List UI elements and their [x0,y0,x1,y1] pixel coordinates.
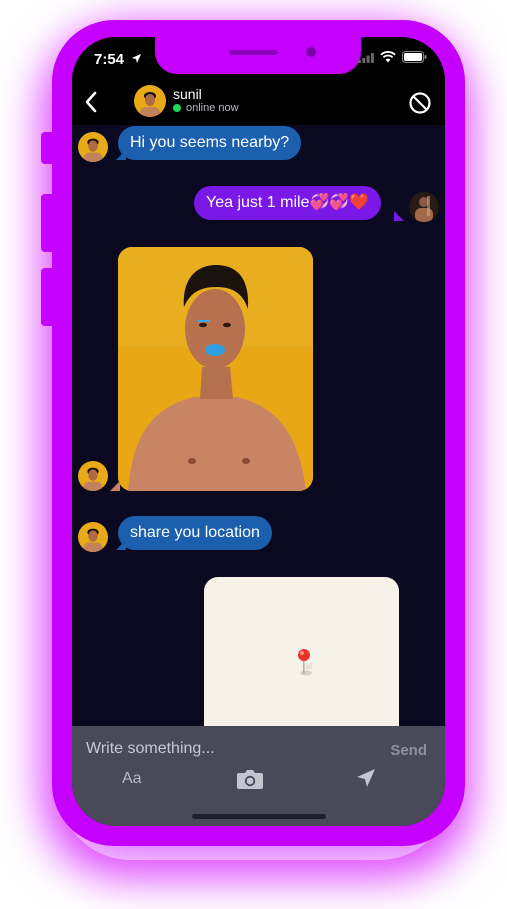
status-icons [358,51,427,63]
battery-icon [402,51,427,63]
send-location-icon[interactable] [355,767,377,789]
outgoing-message[interactable]: Yea just 1 mile💞💞❤️ [194,186,382,220]
back-chevron-icon[interactable] [80,89,104,115]
sender-avatar [78,461,108,491]
send-button[interactable]: Send [390,742,427,759]
status-bar: 7:54 [72,37,445,81]
message-input[interactable] [86,736,366,762]
front-camera [306,47,316,57]
online-status-text: online now [186,102,239,114]
font-style-button[interactable]: Aa [122,770,142,788]
map-pin-icon [298,649,312,676]
online-status-dot [173,104,181,112]
notch [155,37,361,74]
speaker [229,50,277,55]
home-indicator [192,814,326,819]
message-composer: Send Aa [72,726,445,826]
my-avatar [409,192,439,222]
incoming-message[interactable]: Hi you seems nearby? [118,126,302,160]
camera-icon[interactable] [236,768,264,790]
location-arrow-icon [131,53,142,64]
contact-name: sunil [173,86,202,102]
sender-avatar [78,132,108,162]
phone-screen: 7:54 sunil online now Hi you seems nearb… [72,37,445,826]
bubble-tail [394,211,404,221]
bubble-tail [110,481,120,491]
photo-message[interactable] [118,247,313,491]
chat-header: sunil online now [72,81,445,125]
signal-icon [358,52,374,63]
contact-avatar[interactable] [134,85,166,117]
location-message[interactable] [204,577,399,737]
status-time: 7:54 [94,51,125,68]
sender-avatar [78,522,108,552]
block-icon[interactable] [407,90,433,116]
wifi-icon [380,51,396,63]
incoming-message[interactable]: share you location [118,516,272,550]
